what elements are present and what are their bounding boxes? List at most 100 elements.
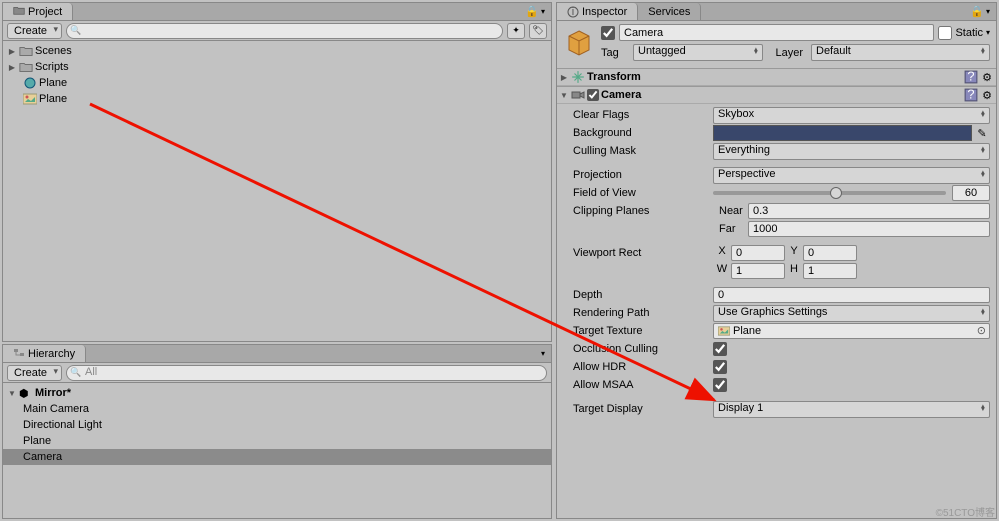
filter-by-label-button[interactable]: 🏷 xyxy=(529,23,547,39)
project-item-scenes[interactable]: ▶ Scenes xyxy=(3,43,551,59)
unity-logo-icon: ⬢ xyxy=(19,387,33,400)
background-color-swatch[interactable] xyxy=(713,125,972,141)
hierarchy-item-dir-light[interactable]: Directional Light xyxy=(3,417,551,433)
fov-value-field[interactable] xyxy=(952,185,990,201)
expand-arrow-icon[interactable]: ▶ xyxy=(7,63,17,72)
target-display-dropdown[interactable]: Display 1 xyxy=(713,401,990,418)
project-toolbar: Create ✦ 🏷 xyxy=(3,21,551,41)
lock-icon: 🔒 xyxy=(525,5,539,18)
transform-icon xyxy=(571,70,585,84)
scene-row[interactable]: ▼ ⬢ Mirror* xyxy=(3,385,551,401)
folder-icon xyxy=(19,45,33,57)
hierarchy-item-main-camera[interactable]: Main Camera xyxy=(3,401,551,417)
create-button[interactable]: Create xyxy=(7,365,62,381)
hierarchy-tab[interactable]: Hierarchy xyxy=(3,345,86,362)
project-item-scripts[interactable]: ▶ Scripts xyxy=(3,59,551,75)
clipping-label: Clipping Planes xyxy=(563,205,713,217)
far-field[interactable] xyxy=(748,221,990,237)
culling-mask-label: Culling Mask xyxy=(563,145,713,157)
near-field[interactable] xyxy=(748,203,990,219)
occlusion-checkbox[interactable] xyxy=(713,342,727,356)
item-label: Plane xyxy=(23,435,51,447)
item-label: Plane xyxy=(39,77,67,89)
camera-component-header[interactable]: ▼ Camera ? ⚙ xyxy=(557,86,996,104)
hierarchy-search-input[interactable]: All xyxy=(66,365,547,381)
star-icon: ✦ xyxy=(512,25,520,36)
item-label: Plane xyxy=(39,93,67,105)
culling-mask-dropdown[interactable]: Everything xyxy=(713,143,990,160)
clear-flags-label: Clear Flags xyxy=(563,109,713,121)
panel-lock-menu[interactable]: ▾ xyxy=(535,349,551,358)
hierarchy-item-camera[interactable]: Camera xyxy=(3,449,551,465)
render-texture-icon xyxy=(23,93,37,105)
viewport-y-field[interactable] xyxy=(803,245,857,261)
projection-label: Projection xyxy=(563,169,713,181)
rendering-path-dropdown[interactable]: Use Graphics Settings xyxy=(713,305,990,322)
help-icon[interactable]: ? xyxy=(964,88,978,102)
layer-dropdown[interactable]: Default xyxy=(811,44,990,61)
panel-lock-menu[interactable]: 🔒▾ xyxy=(964,5,996,18)
collapse-arrow-icon[interactable]: ▼ xyxy=(559,91,569,100)
far-label: Far xyxy=(713,223,748,235)
clear-flags-dropdown[interactable]: Skybox xyxy=(713,107,990,124)
hdr-checkbox[interactable] xyxy=(713,360,727,374)
svg-text:i: i xyxy=(572,6,574,18)
gameobject-name-field[interactable] xyxy=(619,24,934,41)
msaa-checkbox[interactable] xyxy=(713,378,727,392)
occlusion-label: Occlusion Culling xyxy=(563,343,713,355)
project-tab-label: Project xyxy=(28,6,62,18)
tag-dropdown[interactable]: Untagged xyxy=(633,44,763,61)
static-checkbox[interactable] xyxy=(938,26,952,40)
component-title: Camera xyxy=(601,89,962,101)
panel-lock-menu[interactable]: 🔒▾ xyxy=(519,5,551,18)
hierarchy-item-plane[interactable]: Plane xyxy=(3,433,551,449)
depth-field[interactable] xyxy=(713,287,990,303)
inspector-tab[interactable]: i Inspector xyxy=(557,3,638,20)
component-enabled-checkbox[interactable] xyxy=(587,89,599,101)
target-texture-field[interactable]: Plane xyxy=(713,323,990,339)
viewport-w-field[interactable] xyxy=(731,263,785,279)
project-search-input[interactable] xyxy=(66,23,503,39)
help-icon[interactable]: ? xyxy=(964,70,978,84)
project-tab[interactable]: Project xyxy=(3,3,73,20)
hierarchy-toolbar: Create All xyxy=(3,363,551,383)
item-label: Main Camera xyxy=(23,403,89,415)
expand-arrow-icon[interactable]: ▶ xyxy=(7,47,17,56)
projection-dropdown[interactable]: Perspective xyxy=(713,167,990,184)
static-toggle[interactable]: Static▾ xyxy=(938,26,990,40)
collapse-arrow-icon[interactable]: ▼ xyxy=(7,389,17,398)
component-title: Transform xyxy=(587,71,962,83)
viewport-h-field[interactable] xyxy=(803,263,857,279)
viewport-label: Viewport Rect xyxy=(563,247,713,259)
inspector-tab-label: Inspector xyxy=(582,6,627,18)
camera-component-body: Clear FlagsSkybox Background✎ Culling Ma… xyxy=(557,104,996,420)
gear-icon[interactable]: ⚙ xyxy=(980,88,994,102)
services-tab-label: Services xyxy=(648,6,690,18)
eyedropper-icon[interactable]: ✎ xyxy=(974,125,990,141)
viewport-x-field[interactable] xyxy=(731,245,785,261)
gameobject-active-checkbox[interactable] xyxy=(601,26,615,40)
hierarchy-panel: Hierarchy ▾ Create All ▼ ⬢ Mirror* Main … xyxy=(2,344,552,519)
project-item-plane-asset[interactable]: Plane xyxy=(3,75,551,91)
inspector-tab-bar: i Inspector Services 🔒▾ xyxy=(557,3,996,21)
chevron-down-icon: ▾ xyxy=(986,7,990,16)
hierarchy-tab-bar: Hierarchy ▾ xyxy=(3,345,551,363)
gear-icon[interactable]: ⚙ xyxy=(980,70,994,84)
expand-arrow-icon[interactable]: ▶ xyxy=(559,73,569,82)
fov-slider[interactable] xyxy=(713,185,990,201)
inspector-body: Static▾ Tag Untagged Layer Default xyxy=(557,21,996,68)
filter-by-type-button[interactable]: ✦ xyxy=(507,23,525,39)
create-button[interactable]: Create xyxy=(7,23,62,39)
folder-icon xyxy=(19,61,33,73)
project-tab-bar: Project 🔒▾ xyxy=(3,3,551,21)
near-label: Near xyxy=(713,205,748,217)
search-placeholder: All xyxy=(85,366,97,378)
project-item-plane-texture[interactable]: Plane xyxy=(3,91,551,107)
gameobject-icon[interactable] xyxy=(563,27,595,59)
chevron-down-icon[interactable]: ▾ xyxy=(986,28,990,37)
target-display-label: Target Display xyxy=(563,403,713,415)
project-tree: ▶ Scenes ▶ Scripts Plane Plane xyxy=(3,41,551,109)
transform-component-header[interactable]: ▶ Transform ? ⚙ xyxy=(557,68,996,86)
services-tab[interactable]: Services xyxy=(638,3,701,20)
scene-name: Mirror* xyxy=(35,387,71,399)
